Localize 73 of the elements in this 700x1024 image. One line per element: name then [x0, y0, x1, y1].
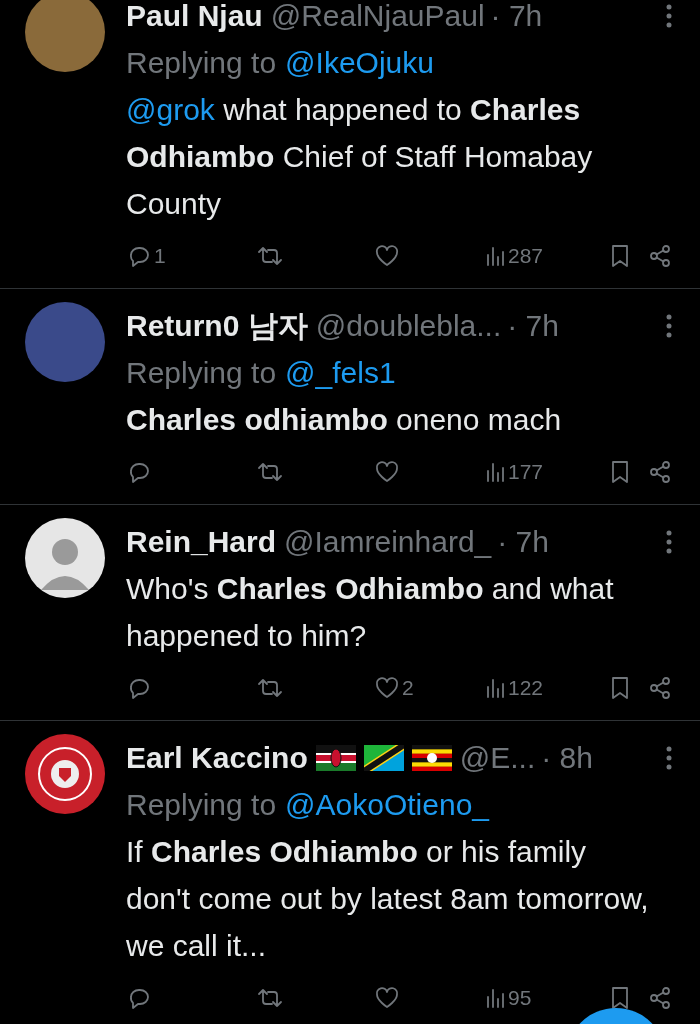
- mention-link[interactable]: @AokoOtieno_: [285, 782, 489, 827]
- mention-link[interactable]: @grok: [126, 93, 215, 126]
- more-icon[interactable]: [666, 745, 672, 770]
- repost-icon: [256, 676, 284, 700]
- views-icon: [484, 677, 506, 699]
- timestamp[interactable]: · 7h: [490, 0, 543, 38]
- tweet-text: Who's Charles Odhiambo and what happened to him?: [126, 571, 615, 654]
- display-name[interactable]: Paul Njau: [126, 0, 263, 38]
- views-icon: [484, 245, 506, 267]
- display-name[interactable]: Return0 남자: [126, 303, 308, 348]
- timestamp[interactable]: · 7h: [507, 303, 559, 348]
- like-button[interactable]: [374, 986, 400, 1010]
- repost-button[interactable]: [256, 244, 284, 268]
- display-name[interactable]: Earl Kaccino: [126, 735, 308, 780]
- repost-button[interactable]: [256, 460, 284, 484]
- flag-icon: [363, 744, 404, 771]
- share-icon: [648, 986, 672, 1010]
- like-button[interactable]: [374, 460, 400, 484]
- share-button[interactable]: [648, 244, 672, 268]
- mention-link[interactable]: @_fels1: [285, 350, 396, 395]
- bookmark-button[interactable]: [612, 677, 628, 699]
- repost-button[interactable]: [256, 986, 284, 1010]
- share-button[interactable]: [648, 460, 672, 484]
- bookmark-button[interactable]: [612, 461, 628, 483]
- repost-icon: [256, 986, 284, 1010]
- tweet-text: @grok what happened to Charles Odhiambo Chief of Staff Homabay County: [126, 92, 594, 222]
- mention-link[interactable]: @IkeOjuku: [285, 40, 434, 85]
- views-button[interactable]: 287: [484, 240, 544, 272]
- display-name[interactable]: Rein_Hard: [126, 519, 277, 564]
- user-handle[interactable]: @Iamreinhard_: [284, 519, 492, 564]
- views-icon: [484, 461, 506, 483]
- share-icon: [648, 244, 672, 268]
- tweet-text: Charles odhiambo oneno mach: [126, 402, 563, 438]
- user-handle[interactable]: @doublebla...: [315, 303, 502, 348]
- replying-label: Replying to: [126, 355, 277, 391]
- avatar-icon[interactable]: [25, 734, 105, 814]
- heart-icon: [374, 676, 400, 700]
- share-button[interactable]: [648, 986, 672, 1010]
- views-button[interactable]: 177: [484, 456, 544, 488]
- like-button[interactable]: 2: [374, 672, 414, 704]
- more-icon[interactable]: [666, 313, 672, 338]
- repost-button[interactable]: [256, 676, 284, 700]
- avatar-icon[interactable]: [25, 518, 105, 598]
- share-icon: [648, 676, 672, 700]
- share-button[interactable]: [648, 676, 672, 700]
- bookmark-icon: [612, 987, 628, 1009]
- reply-button[interactable]: 1: [126, 240, 166, 272]
- replying-label: Replying to: [126, 787, 277, 823]
- heart-icon: [374, 460, 400, 484]
- bookmark-button[interactable]: [612, 245, 628, 267]
- user-handle[interactable]: @E...: [459, 735, 536, 780]
- bookmark-button[interactable]: [612, 987, 628, 1009]
- bookmark-icon: [612, 245, 628, 267]
- heart-icon: [374, 244, 400, 268]
- user-handle[interactable]: @RealNjauPaul: [270, 0, 485, 38]
- timestamp[interactable]: · 7h: [497, 519, 549, 564]
- views-button[interactable]: 122: [484, 672, 544, 704]
- repost-icon: [256, 460, 284, 484]
- flag-icon: [315, 744, 356, 771]
- flag-icon: [411, 744, 452, 771]
- replying-label: Replying to: [126, 45, 277, 81]
- share-icon: [648, 460, 672, 484]
- more-icon[interactable]: [666, 529, 672, 554]
- more-icon[interactable]: [666, 3, 672, 28]
- like-button[interactable]: [374, 244, 400, 268]
- views-icon: [484, 987, 506, 1009]
- timestamp[interactable]: · 8h: [541, 735, 593, 780]
- views-button[interactable]: 95: [484, 982, 532, 1014]
- bookmark-icon: [612, 461, 628, 483]
- repost-icon: [256, 244, 284, 268]
- heart-icon: [374, 986, 400, 1010]
- tweet-text: If Charles Odhiambo or his family don't come out by latest 8am tomorrow, we call it...: [126, 834, 650, 964]
- bookmark-icon: [612, 677, 628, 699]
